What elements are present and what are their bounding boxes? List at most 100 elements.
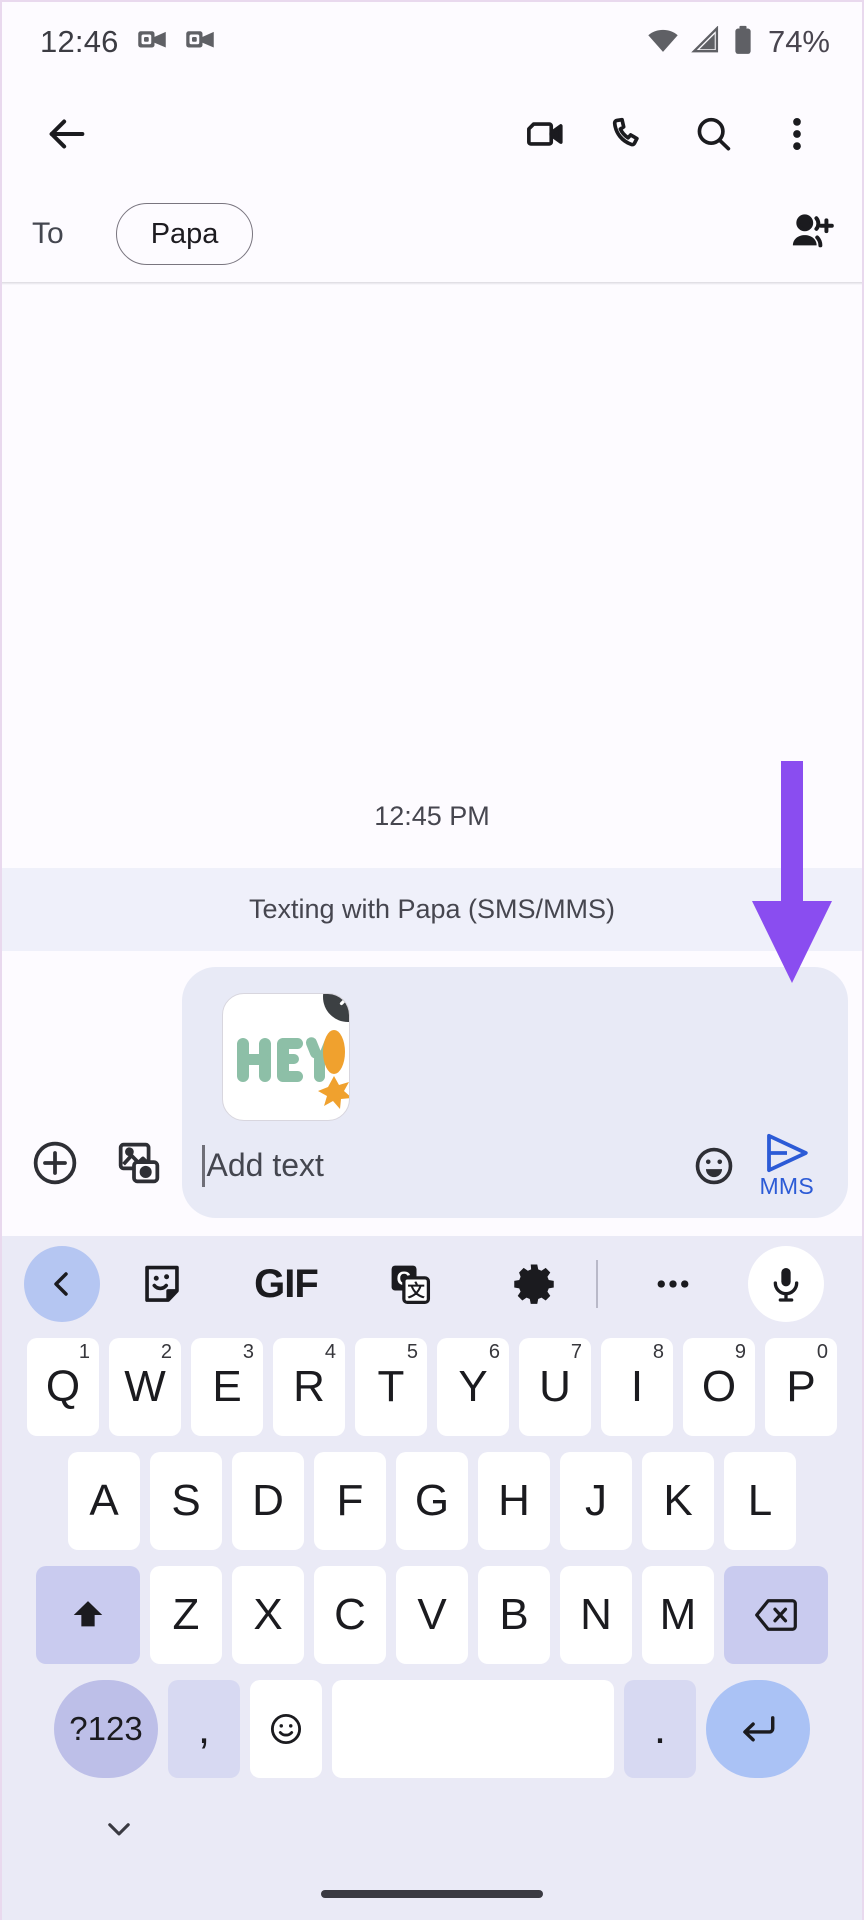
text-cursor <box>202 1144 205 1187</box>
on-screen-keyboard: GIF G文 1Q 2W 3E 4R 5T 6Y 7U <box>2 1236 862 1920</box>
key-number: 7 <box>570 1341 582 1363</box>
add-person-icon <box>786 213 836 261</box>
key-label: L <box>747 1476 773 1525</box>
key-i[interactable]: 8I <box>601 1338 673 1436</box>
send-button[interactable]: MMS <box>747 1131 828 1200</box>
enter-icon <box>743 1716 775 1742</box>
emoji-smiley-icon <box>696 1147 733 1184</box>
key-enter[interactable] <box>706 1680 810 1778</box>
key-period[interactable]: . <box>624 1680 696 1778</box>
key-q[interactable]: 1Q <box>27 1338 99 1436</box>
key-number: 9 <box>734 1341 746 1363</box>
key-label: Z <box>172 1590 200 1639</box>
key-t[interactable]: 5T <box>355 1338 427 1436</box>
keyboard-keys: 1Q 2W 3E 4R 5T 6Y 7U 8I 9O 0P A S D F G … <box>2 1332 862 1778</box>
key-label: X <box>253 1590 283 1639</box>
key-symbols[interactable]: ?123 <box>54 1680 158 1778</box>
key-p[interactable]: 0P <box>765 1338 837 1436</box>
key-h[interactable]: H <box>478 1452 550 1550</box>
key-label: C <box>334 1590 366 1639</box>
phone-call-icon[interactable] <box>590 95 668 173</box>
key-label: O <box>701 1362 737 1411</box>
key-w[interactable]: 2W <box>109 1338 181 1436</box>
key-z[interactable]: Z <box>150 1566 222 1664</box>
chevron-down-icon <box>108 1822 130 1836</box>
keyboard-row-2: A S D F G H J K L <box>10 1452 854 1550</box>
key-u[interactable]: 7U <box>519 1338 591 1436</box>
app-bar <box>2 82 862 186</box>
sms-mms-banner: Texting with Papa (SMS/MMS) <box>2 868 862 951</box>
status-time: 12:46 <box>40 24 119 59</box>
keyboard-microphone-icon[interactable] <box>748 1246 824 1322</box>
key-label: F <box>336 1476 364 1525</box>
sticker-attachment[interactable] <box>222 993 350 1121</box>
more-vertical-icon[interactable] <box>758 95 836 173</box>
keyboard-gear-icon[interactable] <box>472 1261 596 1307</box>
conversation-empty-space <box>2 285 862 787</box>
backspace-icon <box>755 1599 797 1631</box>
key-label: . <box>653 1704 667 1753</box>
keyboard-sticker-icon[interactable] <box>100 1261 224 1307</box>
key-k[interactable]: K <box>642 1452 714 1550</box>
gallery-camera-icon[interactable] <box>100 1124 178 1202</box>
key-c[interactable]: C <box>314 1566 386 1664</box>
key-space[interactable] <box>332 1680 614 1778</box>
key-s[interactable]: S <box>150 1452 222 1550</box>
key-b[interactable]: B <box>478 1566 550 1664</box>
key-label: R <box>293 1362 325 1411</box>
video-call-icon[interactable] <box>506 95 584 173</box>
compose-input-row[interactable]: Add text MMS <box>198 1131 832 1206</box>
app-bar-actions <box>506 95 836 173</box>
cellular-signal-icon <box>691 24 721 59</box>
key-m[interactable]: M <box>642 1566 714 1664</box>
keyboard-more-horizontal-icon[interactable] <box>598 1262 748 1306</box>
key-number: 4 <box>324 1341 336 1363</box>
key-label: D <box>252 1476 284 1525</box>
plus-circle-icon[interactable] <box>16 1124 94 1202</box>
keyboard-back-chevron-icon[interactable] <box>24 1246 100 1322</box>
key-label: T <box>377 1362 405 1411</box>
hide-keyboard-button[interactable] <box>102 1812 136 1851</box>
key-v[interactable]: V <box>396 1566 468 1664</box>
key-number: 2 <box>160 1341 172 1363</box>
emoji-key-icon <box>270 1713 302 1745</box>
key-e[interactable]: 3E <box>191 1338 263 1436</box>
message-input-placeholder[interactable]: Add text <box>207 1147 682 1184</box>
key-label: K <box>663 1476 693 1525</box>
keyboard-row-4: ?123 , . <box>10 1680 854 1778</box>
key-n[interactable]: N <box>560 1566 632 1664</box>
keyboard-gif-button[interactable]: GIF <box>224 1262 348 1307</box>
key-o[interactable]: 9O <box>683 1338 755 1436</box>
key-x[interactable]: X <box>232 1566 304 1664</box>
key-label: M <box>659 1590 697 1639</box>
add-person-button[interactable] <box>786 207 836 262</box>
keyboard-toolbar: GIF G文 <box>2 1236 862 1332</box>
translate-glyph: G文 <box>391 1265 431 1305</box>
send-arrow-icon <box>766 1133 808 1173</box>
key-f[interactable]: F <box>314 1452 386 1550</box>
key-j[interactable]: J <box>560 1452 632 1550</box>
key-d[interactable]: D <box>232 1452 304 1550</box>
search-icon[interactable] <box>674 95 752 173</box>
key-backspace[interactable] <box>724 1566 828 1664</box>
recipient-chip-papa[interactable]: Papa <box>115 203 254 265</box>
key-g[interactable]: G <box>396 1452 468 1550</box>
key-emoji[interactable] <box>250 1680 322 1778</box>
keyboard-translate-icon[interactable]: G文 <box>348 1261 472 1307</box>
key-label: E <box>212 1362 242 1411</box>
system-navigation-bar <box>2 1868 862 1920</box>
emoji-button[interactable] <box>681 1143 747 1189</box>
battery-icon <box>732 25 754 60</box>
key-l[interactable]: L <box>724 1452 796 1550</box>
key-shift[interactable] <box>36 1566 140 1664</box>
back-arrow-icon[interactable] <box>28 95 106 173</box>
status-bar-left: 12:46 <box>40 24 215 60</box>
key-r[interactable]: 4R <box>273 1338 345 1436</box>
home-gesture-pill[interactable] <box>321 1890 543 1898</box>
outlook-icon <box>137 25 167 60</box>
key-y[interactable]: 6Y <box>437 1338 509 1436</box>
key-a[interactable]: A <box>68 1452 140 1550</box>
key-label: Q <box>45 1362 81 1411</box>
key-comma[interactable]: , <box>168 1680 240 1778</box>
key-label: , <box>197 1704 211 1753</box>
